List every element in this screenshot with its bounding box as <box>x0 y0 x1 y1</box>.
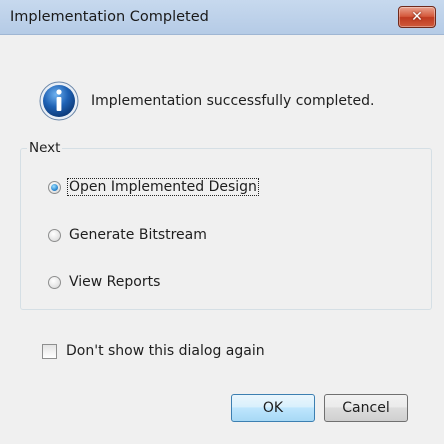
status-message: Implementation successfully completed. <box>91 93 375 109</box>
option-label: View Reports <box>69 274 161 290</box>
title-bar[interactable]: Implementation Completed ✕ <box>0 0 444 35</box>
cancel-button[interactable]: Cancel <box>324 394 408 422</box>
window-title: Implementation Completed <box>10 9 209 25</box>
radio-button[interactable] <box>48 229 61 242</box>
implementation-completed-dialog: Implementation Completed ✕ Implementatio… <box>0 0 444 444</box>
close-icon: ✕ <box>411 9 423 25</box>
next-group-label: Next <box>27 140 63 156</box>
option-label: Generate Bitstream <box>69 227 207 243</box>
radio-button[interactable] <box>48 276 61 289</box>
close-button[interactable]: ✕ <box>398 6 436 28</box>
option-label-text: Open Implemented Design <box>67 178 259 196</box>
radio-button-checked[interactable] <box>48 181 61 194</box>
option-label: Open Implemented Design <box>67 178 259 196</box>
info-icon <box>39 81 79 121</box>
ok-button[interactable]: OK <box>231 394 315 422</box>
dont-show-again-checkbox[interactable] <box>42 344 57 359</box>
dont-show-again-label: Don't show this dialog again <box>66 343 265 359</box>
